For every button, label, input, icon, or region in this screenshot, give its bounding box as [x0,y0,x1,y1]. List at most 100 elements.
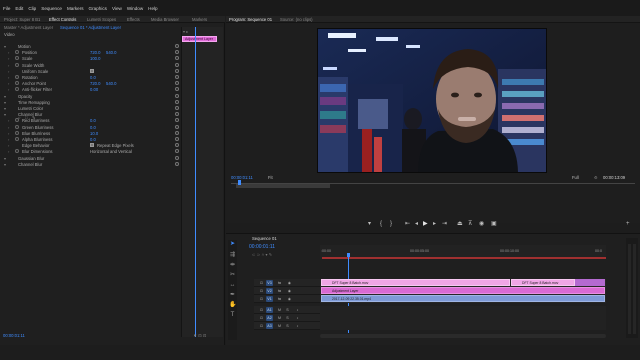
ec-row-time-remapping[interactable]: ▾ Time Remapping [4,99,182,106]
ec-property-value[interactable]: 10.0 [90,131,98,136]
stopwatch-icon[interactable] [15,130,19,135]
reset-icon[interactable] [175,149,179,154]
export-frame-icon[interactable]: ◉ [479,221,484,228]
menu-sequence[interactable]: Sequence [41,6,62,11]
step-back-icon[interactable]: ◂ [415,221,418,228]
comparison-view-icon[interactable]: ▣ [491,221,497,228]
ec-row-anchor-point[interactable]: › Anchor Point 720.0 540.0 [4,81,182,87]
timeline-tab[interactable]: Sequence 01 [252,236,277,241]
solo-button[interactable]: S [284,307,291,313]
disclosure-icon[interactable]: › [8,75,9,80]
menu-file[interactable]: File [3,6,10,11]
mic-icon[interactable]: ♪ [294,323,301,329]
disclosure-icon[interactable]: › [8,87,9,92]
solo-button[interactable]: S [284,323,291,329]
checkbox[interactable] [90,68,94,73]
menu-help[interactable]: Help [148,6,157,11]
ec-row-motion[interactable]: ▾ Motion [4,44,182,50]
reset-icon[interactable] [175,124,179,129]
reset-icon[interactable] [175,155,179,160]
ec-row-opacity[interactable]: ▾ Opacity [4,93,182,100]
slip-tool-icon[interactable]: ↔ [229,282,236,289]
lock-icon[interactable]: ⊡ [258,288,265,294]
clip-v3-c[interactable] [575,279,605,286]
ec-timecode[interactable]: 00:00:01:11 [3,333,25,338]
disclosure-icon[interactable]: › [8,56,9,61]
ec-property-value[interactable]: 0.00 [90,87,98,92]
reset-icon[interactable] [175,75,179,79]
ec-row-blue-blurriness[interactable]: › Blue Blurriness 10.0 [4,130,182,137]
type-tool-icon[interactable]: T [229,312,236,319]
clip-v2-adjustment[interactable]: Adjustment Layer [321,287,605,294]
ec-row-channel-blur[interactable]: ▾ Channel Blur [4,161,182,168]
stopwatch-icon[interactable] [15,149,19,154]
video-frame[interactable] [317,28,547,173]
ec-property-value-2[interactable]: 540.0 [106,50,116,55]
add-button-icon[interactable]: + [626,221,630,228]
track-header-v1[interactable]: ⊡ V1 ⇆ ◉ [254,295,320,303]
ec-row-lumetri-color[interactable]: ▾ Lumetri Color [4,106,182,112]
reset-icon[interactable] [175,130,179,135]
disclosure-icon[interactable]: ▾ [4,100,6,105]
ec-property-value[interactable]: 720.0 [90,50,100,55]
ec-row-alpha-blurriness[interactable]: › Alpha Blurriness 0.0 [4,137,182,143]
reset-icon[interactable] [175,68,179,73]
mark-out-icon[interactable]: } [390,221,392,228]
mute-button[interactable]: M [276,315,283,321]
ec-property-value[interactable]: 0.0 [90,125,96,130]
ec-row-scale[interactable]: › Scale 100.0 [4,56,182,62]
track-label-a2[interactable]: A2 [266,315,273,321]
reset-icon[interactable] [175,161,179,166]
program-resolution-select[interactable]: Full [572,175,579,180]
stopwatch-icon[interactable] [15,50,19,55]
ec-row-gaussian-blur[interactable]: ▾ Gaussian Blur [4,155,182,162]
disclosure-icon[interactable]: › [8,63,9,68]
wrench-icon[interactable]: ⚙ [594,175,598,180]
menu-window[interactable]: Window [127,6,143,11]
reset-icon[interactable] [175,99,179,104]
disclosure-icon[interactable]: › [8,81,9,86]
ec-row-blur-dimensions[interactable]: › Blur Dimensions Horizontal and Vertical [4,149,182,155]
track-select-tool-icon[interactable]: ⇶ [229,252,236,259]
stopwatch-icon[interactable] [15,124,19,129]
hand-tool-icon[interactable]: ✋ [229,302,236,309]
disclosure-icon[interactable]: › [8,149,9,154]
stopwatch-icon[interactable] [15,81,19,86]
program-zoom-bar[interactable] [236,184,330,188]
solo-button[interactable]: S [284,315,291,321]
lock-icon[interactable]: ⊡ [258,280,265,286]
stopwatch-icon[interactable] [15,87,19,92]
ec-sequence-label[interactable]: Sequence 01 * Adjustment Layer [60,25,121,30]
ec-property-value[interactable]: 720.0 [90,81,100,86]
lift-icon[interactable]: ⏏ [457,221,463,228]
disclosure-icon[interactable]: › [8,69,9,74]
ec-row-green-blurriness[interactable]: › Green Blurriness 0.0 [4,124,182,131]
clip-v3-a[interactable]: DFT Super 8 Batch.mov [321,279,510,286]
program-timecode[interactable]: 00:00:01:11 [231,175,253,180]
stopwatch-icon[interactable] [15,137,19,141]
program-fit-select[interactable]: Fit [268,175,273,180]
ec-row-rotation[interactable]: › Rotation 0.0 [4,75,182,81]
tab-source[interactable]: Source: (no clips) [280,17,313,22]
track-header-a2[interactable]: ⊡ A2 M S ♪ [254,314,320,322]
reset-icon[interactable] [175,56,179,61]
play-icon[interactable]: ▶ [423,221,428,228]
menu-clip[interactable]: Clip [28,6,36,11]
ec-row-anti-flicker-filter[interactable]: › Anti-flicker Filter 0.00 [4,87,182,93]
ec-playhead[interactable] [195,27,196,337]
go-to-in-icon[interactable]: ⇤ [405,221,410,228]
mic-icon[interactable]: ♪ [294,315,301,321]
mask-pen-icon[interactable]: ✎ [32,115,36,120]
track-header-v3[interactable]: ⊡ V3 ⇆ ◉ [254,279,320,287]
reset-icon[interactable] [175,44,179,48]
menu-edit[interactable]: Edit [15,6,23,11]
timeline-scrollbar[interactable] [320,334,606,338]
checkbox[interactable] [90,143,94,148]
program-playhead[interactable] [238,180,241,185]
ripple-edit-tool-icon[interactable]: ⇹ [229,262,236,269]
track-label-v3[interactable]: V3 [266,280,273,286]
sync-lock-icon[interactable]: ⇆ [276,296,283,302]
stopwatch-icon[interactable] [15,56,19,61]
mask-rectangle-icon[interactable]: □ [25,115,28,120]
tab-markers[interactable]: Markers [192,17,207,22]
